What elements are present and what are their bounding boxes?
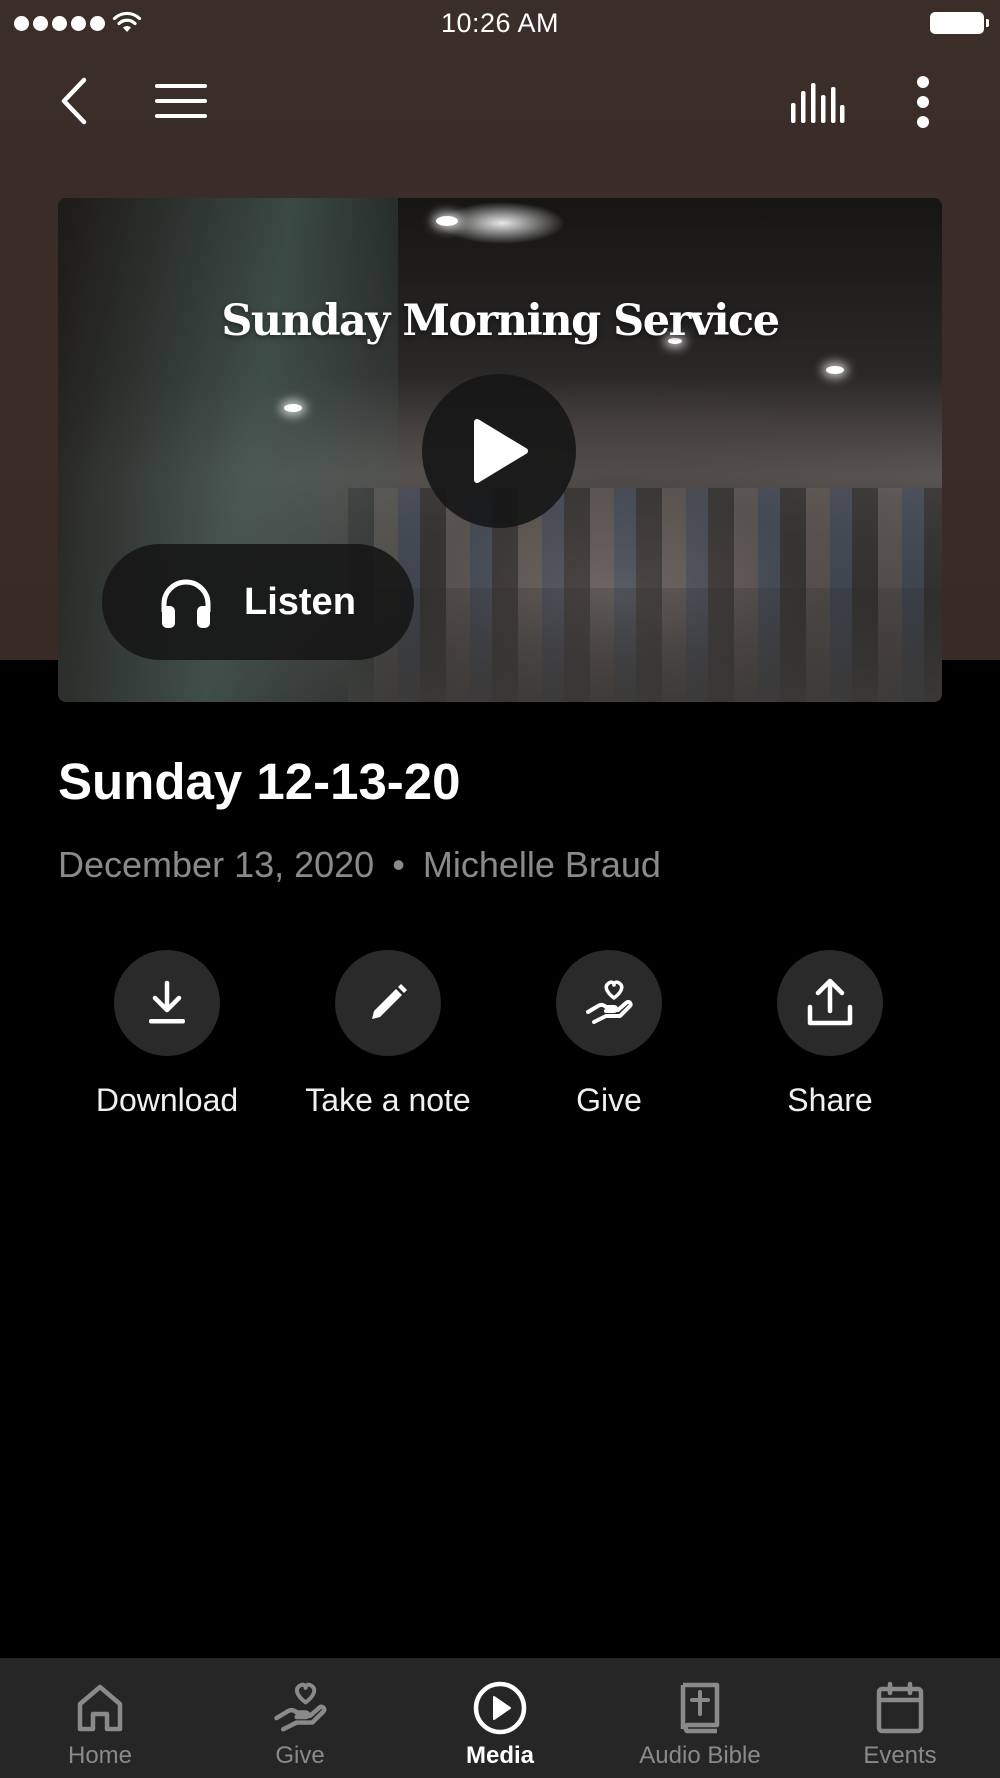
status-bar: 10:26 AM xyxy=(0,0,1000,50)
episode-title: Sunday 12-13-20 xyxy=(58,753,461,810)
menu-button[interactable] xyxy=(152,80,210,122)
tab-give-label: Give xyxy=(275,1742,325,1769)
take-note-label: Take a note xyxy=(305,1082,471,1118)
more-vertical-icon xyxy=(917,76,929,128)
tab-events[interactable]: Events xyxy=(800,1658,1000,1778)
episode-speaker: Michelle Braud xyxy=(422,844,661,885)
pencil-icon xyxy=(372,984,407,1019)
give-label: Give xyxy=(576,1082,642,1118)
tab-audio-bible[interactable]: Audio Bible xyxy=(600,1658,800,1778)
share-button[interactable]: Share xyxy=(720,950,940,1119)
share-label: Share xyxy=(787,1082,873,1118)
status-time: 10:26 AM xyxy=(440,8,560,38)
more-options-button[interactable] xyxy=(908,74,938,130)
battery-icon xyxy=(930,12,989,34)
tab-audio-bible-label: Audio Bible xyxy=(639,1742,761,1769)
tab-home[interactable]: Home xyxy=(0,1658,200,1778)
download-button[interactable]: Download xyxy=(57,950,277,1119)
sermon-artwork: Sunday Morning Service Listen xyxy=(58,198,942,702)
back-button[interactable] xyxy=(52,74,96,128)
play-button[interactable] xyxy=(422,374,576,528)
chevron-left-icon xyxy=(61,77,87,125)
artwork-title: Sunday Morning Service xyxy=(221,296,780,346)
download-label: Download xyxy=(95,1082,239,1118)
listen-button[interactable]: Listen xyxy=(102,544,414,660)
play-icon xyxy=(474,419,528,483)
download-icon xyxy=(149,980,185,1024)
headphones-icon xyxy=(158,574,214,630)
give-button[interactable]: Give xyxy=(499,950,719,1119)
give-hand-heart-icon xyxy=(586,980,633,1024)
listen-label: Listen xyxy=(244,580,356,623)
calendar-icon xyxy=(800,1680,1000,1736)
share-upload-icon xyxy=(807,978,853,1026)
play-circle-icon xyxy=(400,1680,600,1736)
action-row: Download Take a note Give Share xyxy=(0,950,1000,1130)
episode-date: December 13, 2020 xyxy=(58,844,375,885)
tab-home-label: Home xyxy=(67,1742,133,1769)
give-hand-heart-icon xyxy=(200,1680,400,1736)
bible-icon xyxy=(600,1680,800,1736)
hamburger-menu-icon xyxy=(155,84,207,118)
tab-media-label: Media xyxy=(465,1742,534,1769)
home-icon xyxy=(0,1680,200,1736)
bottom-tab-bar: Home Give Media Audio Bible Events xyxy=(0,1658,1000,1778)
audio-visualizer-button[interactable] xyxy=(788,80,846,126)
equalizer-bars-icon xyxy=(791,83,845,123)
meta-separator: • xyxy=(392,844,405,885)
tab-media[interactable]: Media xyxy=(400,1658,600,1778)
take-note-button[interactable]: Take a note xyxy=(278,950,498,1119)
tab-give[interactable]: Give xyxy=(200,1658,400,1778)
tab-events-label: Events xyxy=(863,1742,937,1769)
episode-meta: December 13, 2020 • Michelle Braud xyxy=(58,844,661,886)
